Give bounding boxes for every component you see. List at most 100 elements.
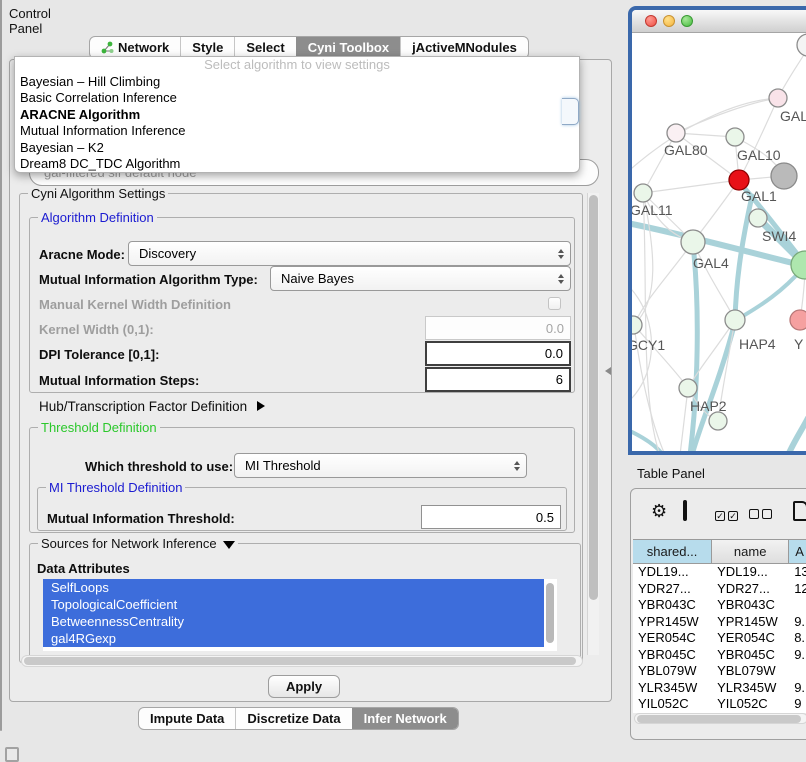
network-node-gal11[interactable]: [634, 184, 652, 202]
table-row[interactable]: YBL079WYBL079W: [633, 663, 806, 680]
network-node-gal1[interactable]: [729, 170, 749, 190]
algorithm-option[interactable]: Bayesian – K2: [15, 140, 579, 156]
data-attributes-list[interactable]: SelfLoopsTopologicalCoefficientBetweenne…: [43, 579, 557, 651]
close-window-icon[interactable]: [645, 15, 657, 27]
tab-cyni-toolbox[interactable]: Cyni Toolbox: [296, 37, 400, 58]
table-cell: 13: [789, 564, 806, 581]
network-edge: [690, 244, 697, 455]
mi-steps-field[interactable]: 6: [425, 367, 571, 392]
table-horizontal-thumb[interactable]: [637, 715, 801, 723]
tab-label: Network: [118, 40, 169, 55]
algorithm-option[interactable]: ARACNE Algorithm: [15, 107, 579, 123]
kernel-width-field[interactable]: 0.0: [425, 316, 571, 340]
table-row[interactable]: YPR145WYPR145W9.: [633, 614, 806, 631]
tab-network[interactable]: Network: [90, 37, 180, 58]
table-row[interactable]: YDL19...YDL19...13: [633, 564, 806, 581]
algorithm-combo-edge-fragment[interactable]: [562, 98, 579, 125]
network-node-hap4[interactable]: [725, 310, 745, 330]
aracne-mode-combo[interactable]: Discovery: [128, 241, 571, 266]
table-cell: YER054C: [712, 630, 789, 647]
table-horizontal-scrollbar[interactable]: [634, 713, 806, 724]
mi-threshold-label: Mutual Information Threshold:: [47, 511, 235, 526]
tab-select[interactable]: Select: [234, 37, 295, 58]
settings-horizontal-scrollbar[interactable]: [21, 655, 583, 667]
bottom-tab-infer-network[interactable]: Infer Network: [352, 708, 458, 729]
network-node-gal80[interactable]: [667, 124, 685, 142]
table-settings-gear-icon[interactable]: ⚙: [651, 501, 667, 522]
apply-button[interactable]: Apply: [268, 675, 340, 698]
hub-definition-toggle[interactable]: Hub/Transcription Factor Definition: [39, 399, 265, 414]
attribute-item[interactable]: BetweennessCentrality: [43, 613, 544, 630]
attributes-scrollbar[interactable]: [546, 582, 555, 646]
spinner-arrows-icon: [514, 461, 520, 471]
table-panel-window: ⚙ ✓✓ shared...nameA YDL19...YDL19...13YD…: [630, 488, 806, 740]
network-edge: [739, 98, 778, 180]
sources-group-title[interactable]: Sources for Network Inference: [38, 536, 238, 551]
table-row[interactable]: YBR043CYBR043C: [633, 597, 806, 614]
manual-kernel-label: Manual Kernel Width Definition: [39, 297, 231, 312]
table-column-header[interactable]: A: [789, 540, 806, 563]
tab-label: Discretize Data: [247, 711, 340, 726]
collapse-arrow-icon: [257, 401, 265, 411]
network-view-window[interactable]: GALGAL80GAL10GAL1GAL11SWI4GAL4GCY1HAP4YH…: [628, 6, 806, 455]
tab-label: Infer Network: [364, 711, 447, 726]
tab-style[interactable]: Style: [180, 37, 234, 58]
network-node-label: GAL11: [632, 202, 673, 218]
network-node-y[interactable]: [790, 310, 806, 330]
table-row[interactable]: YLR345WYLR345W9.: [633, 680, 806, 697]
table-cell: YLR345W: [712, 680, 789, 697]
network-node[interactable]: [771, 163, 797, 189]
select-all-columns-icon[interactable]: ✓✓: [715, 506, 741, 524]
settings-horizontal-thumb[interactable]: [24, 657, 576, 665]
network-canvas[interactable]: GALGAL80GAL10GAL1GAL11SWI4GAL4GCY1HAP4YH…: [632, 33, 806, 455]
network-node-hap2[interactable]: [679, 379, 697, 397]
network-node-swi4[interactable]: [749, 209, 767, 227]
dpi-tolerance-field[interactable]: 0.0: [425, 341, 571, 366]
network-node-gal10[interactable]: [726, 128, 744, 146]
attribute-item[interactable]: TopologicalCoefficient: [43, 596, 544, 613]
table-column-header[interactable]: name: [712, 540, 789, 563]
settings-vertical-scrollbar[interactable]: [587, 193, 599, 655]
zoom-window-icon[interactable]: [681, 15, 693, 27]
show-columns-icon[interactable]: [683, 500, 687, 521]
algorithm-option[interactable]: Bayesian – Hill Climbing: [15, 74, 579, 90]
network-node[interactable]: [709, 412, 727, 430]
network-node-gal4[interactable]: [681, 230, 705, 254]
node-table[interactable]: shared...nameA YDL19...YDL19...13YDR27..…: [633, 539, 806, 713]
algorithm-option[interactable]: Dream8 DC_TDC Algorithm: [15, 156, 579, 172]
attribute-item[interactable]: SelfLoops: [43, 579, 544, 596]
mi-threshold-field[interactable]: 0.5: [421, 505, 561, 529]
algorithm-option[interactable]: Basic Correlation Inference: [15, 90, 579, 106]
bottom-tab-impute-data[interactable]: Impute Data: [139, 708, 235, 729]
algorithm-option[interactable]: Mutual Information Inference: [15, 123, 579, 139]
network-node-gcy1[interactable]: [632, 316, 642, 334]
which-threshold-combo[interactable]: MI Threshold: [234, 453, 527, 478]
table-row[interactable]: YBR045CYBR045C9.: [633, 647, 806, 664]
table-cell: YIL052C: [712, 696, 789, 713]
attribute-item[interactable]: gal4RGexp: [43, 630, 544, 647]
mini-panel-icon[interactable]: [5, 747, 19, 762]
tab-jactivemnodules[interactable]: jActiveMNodules: [400, 37, 528, 58]
table-row[interactable]: YER054CYER054C8.: [633, 630, 806, 647]
splitter-collapse-icon[interactable]: [605, 367, 611, 375]
network-node-gal[interactable]: [769, 89, 787, 107]
settings-vertical-thumb[interactable]: [589, 195, 598, 600]
table-cell: YPR145W: [712, 614, 789, 631]
export-table-icon[interactable]: [793, 501, 806, 521]
algorithm-dropdown-list: Bayesian – Hill ClimbingBasic Correlatio…: [15, 74, 579, 172]
network-window-titlebar[interactable]: [632, 10, 806, 33]
table-row[interactable]: YDR27...YDR27...12: [633, 581, 806, 598]
table-row[interactable]: YIL052CYIL052C9: [633, 696, 806, 713]
table-cell: YBR045C: [633, 647, 712, 664]
bottom-tab-discretize-data[interactable]: Discretize Data: [235, 708, 351, 729]
network-node-label: HAP2: [690, 398, 727, 414]
network-edge: [634, 325, 688, 388]
table-column-header[interactable]: shared...: [633, 540, 712, 563]
network-node-label: HAP4: [739, 336, 776, 352]
minimize-window-icon[interactable]: [663, 15, 675, 27]
deselect-all-columns-icon[interactable]: [749, 506, 775, 524]
network-node[interactable]: [797, 34, 806, 56]
attributes-scrollbar-thumb[interactable]: [546, 583, 554, 643]
mi-type-combo[interactable]: Naive Bayes: [270, 266, 571, 291]
manual-kernel-checkbox[interactable]: [548, 297, 561, 310]
